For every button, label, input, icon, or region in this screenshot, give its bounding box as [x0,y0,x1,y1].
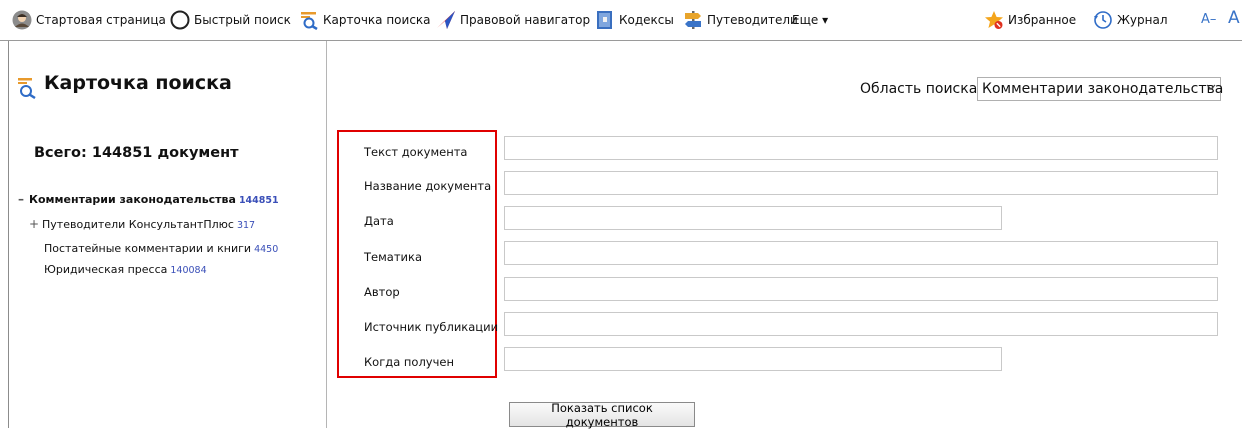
history-clock-icon [1094,11,1112,29]
tree-item-label: Постатейные комментарии и книги [44,242,252,255]
search-card-icon [18,78,36,99]
toolbar-label: Журнал [1117,13,1168,27]
field-label-date: Дата [364,214,394,228]
tree-item-label: Путеводители КонсультантПлюс [42,218,234,231]
tree-item-consultant-guides[interactable]: + Путеводители КонсультантПлюс 317 [29,217,255,231]
toolbar-label: Еще ▾ [792,13,829,27]
sidebar [9,41,327,428]
document-title-input[interactable] [504,171,1218,195]
toolbar-start-page[interactable]: Стартовая страница [12,10,166,30]
author-input[interactable] [504,277,1218,301]
toolbar-guides[interactable]: Путеводители [683,10,798,30]
tree-item-label: Юридическая пресса [44,263,168,276]
document-text-input[interactable] [504,136,1218,160]
field-label-title: Название документа [364,179,492,193]
tree-item-count: 140084 [170,265,207,276]
top-toolbar: Стартовая страница Быстрый поиск Карточк… [0,0,1242,41]
document-total: Всего: 144851 документ [34,145,239,161]
toolbar-label: Путеводители [707,13,798,27]
expand-icon[interactable]: + [29,217,39,231]
search-card-icon [301,12,318,30]
field-label-text: Текст документа [364,145,468,159]
tree-item-count: 4450 [254,244,279,255]
search-scope-label: Область поиска [860,81,978,97]
toolbar-quick-search[interactable]: Быстрый поиск [170,10,291,30]
toolbar-label: Правовой навигатор [460,13,591,27]
tree-item-count: 317 [236,220,256,231]
chevron-down-icon [1206,84,1216,90]
font-decrease-button[interactable]: A– [1201,12,1216,27]
toolbar-more-menu[interactable]: Еще ▾ [792,10,828,30]
tree-item-legal-press[interactable]: Юридическая пресса 140084 [44,263,207,276]
toolbar-label: Избранное [1008,13,1077,27]
tree-item-article-comments[interactable]: Постатейные комментарии и книги 4450 [44,242,278,255]
tree-item-legislation-comments[interactable]: – Комментарии законодательства 144851 [16,192,279,206]
toolbar-journal[interactable]: Журнал [1093,10,1168,30]
toolbar-label: Быстрый поиск [194,13,291,27]
toolbar-legal-navigator[interactable]: Правовой навигатор [436,10,590,30]
codes-icon [597,11,612,29]
topic-input[interactable] [504,241,1218,265]
star-icon [985,11,1003,29]
tree-item-count: 144851 [238,195,279,206]
guides-icon [685,11,701,29]
avatar-icon [12,10,32,30]
field-label-source: Источник публикации [364,320,499,334]
received-date-input[interactable] [504,347,1002,371]
quick-search-icon [170,10,190,30]
toolbar-favorites[interactable]: Избранное [984,10,1076,30]
search-scope-select[interactable]: Комментарии законодательства [977,77,1224,101]
collapse-icon[interactable]: – [16,192,26,206]
show-documents-button[interactable]: Показать список документов [509,401,695,429]
search-scope-value: Комментарии законодательства [982,81,1224,97]
field-label-topic: Тематика [364,250,422,264]
publication-source-input[interactable] [504,312,1218,336]
toolbar-codes[interactable]: Кодексы [595,10,674,30]
font-increase-button[interactable]: A [1228,8,1240,28]
field-label-author: Автор [364,285,400,299]
tree-item-label: Комментарии законодательства [29,193,236,206]
field-label-received: Когда получен [364,355,454,369]
sidebar-title: Карточка поиска [44,72,232,94]
toolbar-label: Стартовая страница [36,13,166,27]
toolbar-search-card[interactable]: Карточка поиска [299,10,431,30]
legal-navigator-icon [437,11,455,29]
date-input[interactable] [504,206,1002,230]
toolbar-label: Кодексы [619,13,674,27]
toolbar-label: Карточка поиска [323,13,431,27]
